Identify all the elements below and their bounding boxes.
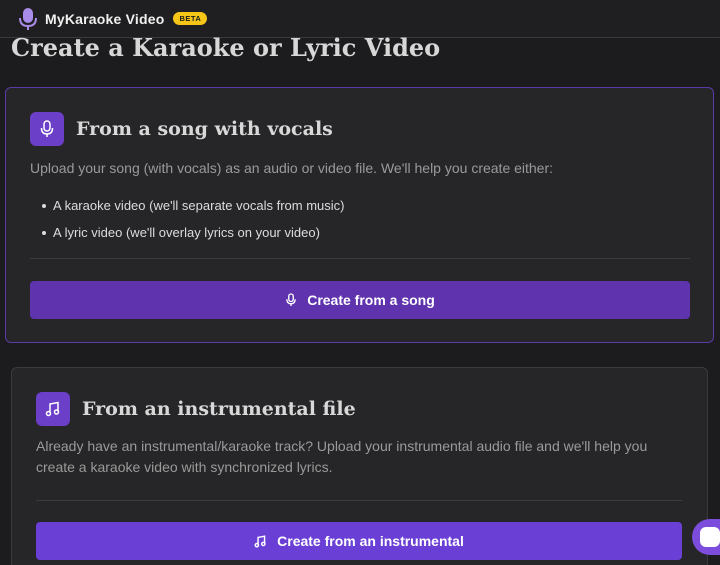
page-title: Create a Karaoke or Lyric Video: [11, 33, 441, 62]
button-label: Create from an instrumental: [277, 533, 464, 549]
create-from-song-button[interactable]: Create from a song: [30, 281, 690, 319]
instrumental-file-card: From an instrumental file Already have a…: [11, 367, 708, 565]
feature-list: A karaoke video (we'll separate vocals f…: [42, 192, 344, 246]
card-header: From an instrumental file: [36, 392, 356, 426]
microphone-icon[interactable]: [17, 6, 39, 32]
card-title: From a song with vocals: [76, 118, 333, 140]
microphone-icon: [285, 293, 297, 307]
app-root: MyKaraoke Video BETA Create a Karaoke or…: [0, 0, 720, 565]
divider: [30, 258, 690, 259]
beta-badge: BETA: [173, 12, 208, 25]
divider: [36, 500, 682, 501]
music-note-icon: [254, 534, 267, 548]
card-title: From an instrumental file: [82, 398, 356, 420]
card-description: Already have an instrumental/karaoke tra…: [36, 438, 648, 475]
song-with-vocals-card: From a song with vocals Upload your song…: [5, 87, 714, 343]
microphone-icon: [30, 112, 64, 146]
music-note-icon: [36, 392, 70, 426]
card-description: Upload your song (with vocals) as an aud…: [30, 160, 554, 176]
create-from-instrumental-button[interactable]: Create from an instrumental: [36, 522, 682, 560]
list-item: A karaoke video (we'll separate vocals f…: [42, 192, 344, 219]
brand-name[interactable]: MyKaraoke Video: [45, 11, 164, 27]
card-header: From a song with vocals: [30, 112, 333, 146]
chat-widget-button[interactable]: [692, 519, 720, 555]
list-item: A lyric video (we'll overlay lyrics on y…: [42, 219, 344, 246]
chat-icon: [700, 527, 720, 547]
button-label: Create from a song: [307, 292, 435, 308]
